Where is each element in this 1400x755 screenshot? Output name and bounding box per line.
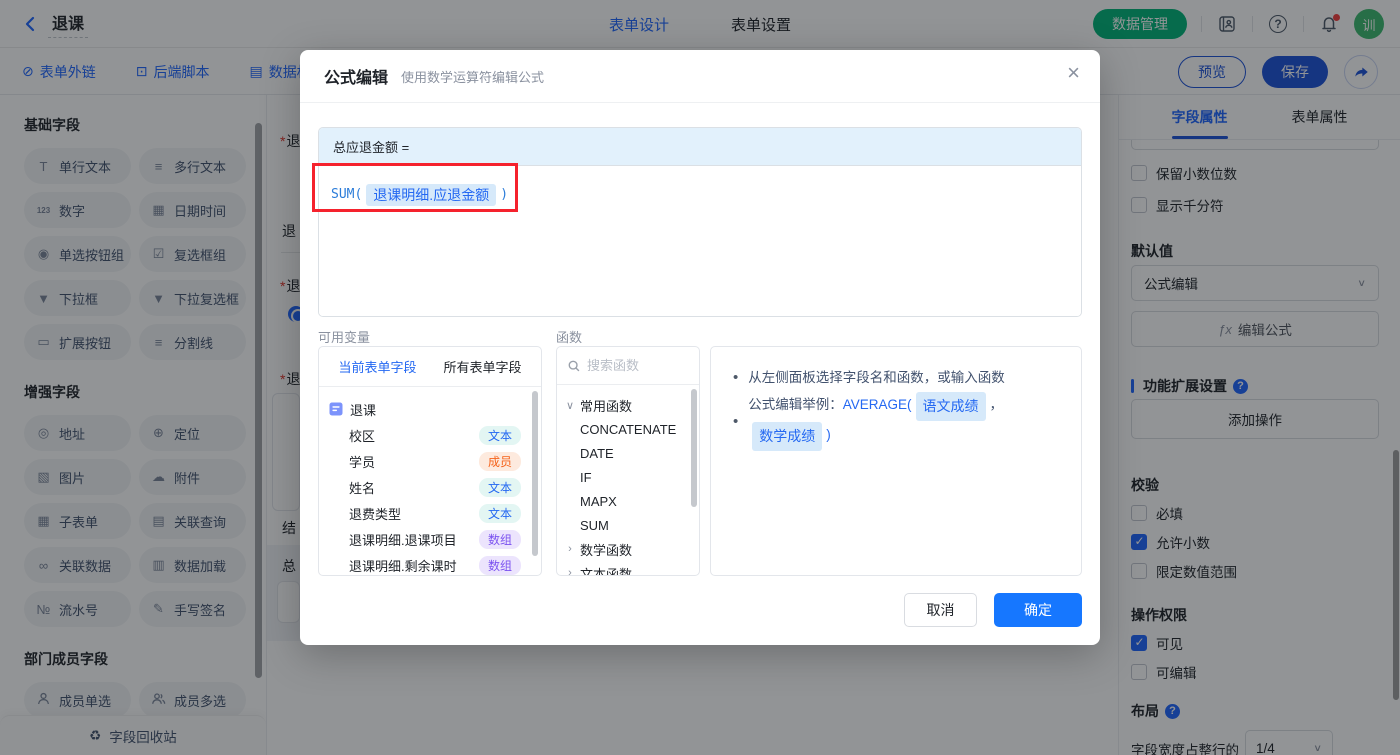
formula-field-token[interactable]: 退课明细.应退金额 — [366, 184, 497, 206]
tab-current-form-fields[interactable]: 当前表单字段 — [338, 357, 416, 376]
formula-editor: 总应退金额 = SUM(退课明细.应退金额) — [318, 127, 1082, 317]
function-group-math[interactable]: › 数学函数 — [565, 537, 691, 561]
variable-row[interactable]: 退费类型 文本 — [329, 500, 531, 526]
function-group-common[interactable]: ∨ 常用函数 — [565, 393, 691, 417]
type-badge: 成员 — [478, 451, 521, 471]
caret-down-icon: ∨ — [565, 399, 575, 412]
cancel-button[interactable]: 取消 — [904, 593, 977, 627]
formula-function: SUM( — [331, 187, 363, 202]
type-badge: 数组 — [478, 555, 521, 575]
function-search — [557, 347, 699, 385]
example-function: AVERAGE( — [842, 397, 912, 412]
bullet-icon: • — [733, 412, 739, 430]
dialog-title: 公式编辑 — [324, 70, 389, 87]
type-badge: 文本 — [478, 503, 521, 523]
variable-row[interactable]: 退课明细.退课项目 数组 — [329, 526, 531, 552]
close-icon[interactable]: × — [1067, 62, 1080, 84]
variable-row[interactable]: 学员 成员 — [329, 448, 531, 474]
dialog-subtitle: 使用数学运算符编辑公式 — [401, 69, 545, 85]
variables-label: 可用变量 — [318, 330, 371, 345]
function-search-input[interactable] — [587, 358, 673, 373]
function-item[interactable]: CONCATENATE — [565, 417, 691, 441]
confirm-button[interactable]: 确定 — [994, 593, 1082, 627]
example-token: 数学成绩 — [752, 422, 823, 451]
dialog-header: 公式编辑 使用数学运算符编辑公式 × — [300, 50, 1100, 103]
variables-panel: 当前表单字段 所有表单字段 退课 校区 文本 学员 成员 姓名 文本 退费类型 文本 退… — [318, 346, 542, 576]
variable-row[interactable]: 姓名 文本 — [329, 474, 531, 500]
caret-right-icon: › — [568, 567, 572, 576]
function-item[interactable]: MAPX — [565, 489, 691, 513]
type-badge: 文本 — [478, 425, 521, 445]
hint-line-2: • 公式编辑举例：AVERAGE(语文成绩 ，数学成绩) — [733, 391, 1059, 451]
tab-all-form-fields[interactable]: 所有表单字段 — [443, 357, 521, 376]
search-icon — [568, 360, 580, 371]
functions-scrollbar[interactable] — [691, 389, 697, 507]
function-item[interactable]: IF — [565, 465, 691, 489]
formula-target-label: 总应退金额 = — [319, 128, 1081, 166]
form-doc-icon — [329, 402, 343, 416]
hint-line-1: • 从左侧面板选择字段名和函数，或输入函数 — [733, 364, 1059, 391]
example-token: 语文成绩 — [915, 392, 986, 421]
function-item[interactable]: DATE — [565, 441, 691, 465]
type-badge: 文本 — [478, 477, 521, 497]
functions-label: 函数 — [556, 330, 583, 345]
variable-row[interactable]: 退课明细.剩余课时 数组 — [329, 552, 531, 575]
bullet-icon: • — [733, 369, 739, 386]
function-group-text[interactable]: › 文本函数 — [565, 561, 691, 576]
formula-editor-dialog: 公式编辑 使用数学运算符编辑公式 × 总应退金额 = SUM(退课明细.应退金额… — [300, 50, 1100, 645]
tree-root-form[interactable]: 退课 — [329, 396, 531, 422]
caret-right-icon: › — [568, 543, 572, 555]
variables-scrollbar[interactable] — [532, 391, 538, 556]
formula-input-area[interactable]: SUM(退课明细.应退金额) — [319, 166, 1081, 316]
hint-panel: • 从左侧面板选择字段名和函数，或输入函数 • 公式编辑举例：AVERAGE(语… — [710, 346, 1082, 576]
type-badge: 数组 — [478, 529, 521, 549]
variable-row[interactable]: 校区 文本 — [329, 422, 531, 448]
function-item[interactable]: SUM — [565, 513, 691, 537]
functions-panel: ∨常用函数 CONCATENATE DATE IF MAPX SUM ›数学函数… — [556, 346, 700, 576]
formula-close-paren: ) — [500, 187, 509, 202]
